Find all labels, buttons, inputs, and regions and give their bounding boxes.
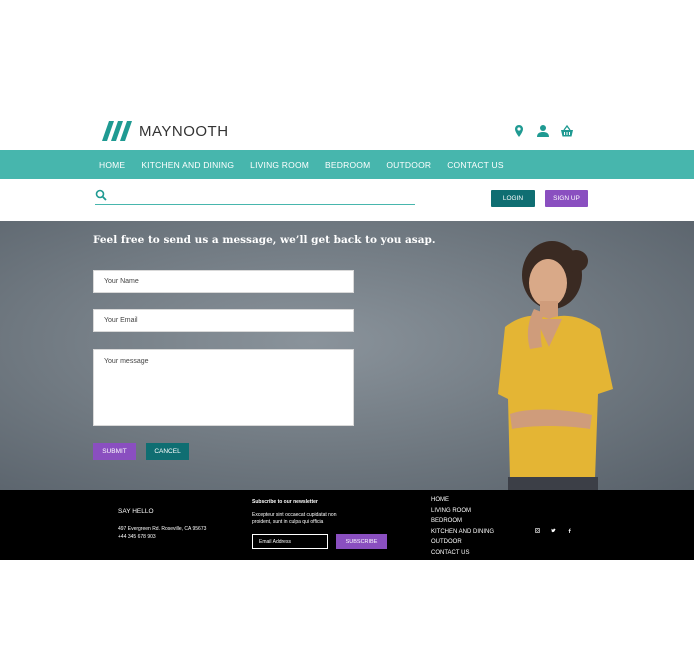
nav-item-home[interactable]: HOME (99, 160, 125, 170)
name-placeholder: Your Name (104, 278, 139, 285)
email-field[interactable]: Your Email (93, 309, 354, 332)
user-icon[interactable] (536, 124, 550, 138)
contact-heading: Feel free to send us a message, we’ll ge… (93, 234, 436, 246)
footer-link-kitchen-and-dining[interactable]: KITCHEN AND DINING (431, 527, 494, 538)
submit-button[interactable]: SUBMIT (93, 443, 136, 460)
message-placeholder: Your message (104, 358, 149, 365)
contact-hero: Feel free to send us a message, we’ll ge… (0, 221, 694, 490)
nav-item-contact-us[interactable]: CONTACT US (447, 160, 503, 170)
location-pin-icon[interactable] (512, 124, 526, 138)
header-icons (512, 124, 574, 138)
email-placeholder: Your Email (104, 317, 138, 324)
newsletter-text: Excepteur sint occaecat cupidatat non pr… (252, 512, 337, 525)
logo-mark-icon (102, 121, 132, 141)
newsletter-title: Subscribe to our newsletter (252, 499, 318, 505)
brand-name: MAYNOOTH (139, 122, 229, 140)
nav-item-outdoor[interactable]: OUTDOOR (386, 160, 431, 170)
nav-item-bedroom[interactable]: BEDROOM (325, 160, 370, 170)
search-bar (95, 186, 415, 205)
facebook-icon[interactable] (567, 520, 572, 533)
shopping-basket-icon[interactable] (560, 124, 574, 138)
newsletter-email-input[interactable]: Email Address (252, 534, 328, 549)
login-button[interactable]: LOGIN (491, 190, 535, 207)
cancel-button[interactable]: CANCEL (146, 443, 189, 460)
footer-address: 497 Evergreen Rd. Roseville, CA 95673 (118, 526, 207, 532)
footer-phone: +44 345 678 903 (118, 534, 156, 540)
footer-link-outdoor[interactable]: OUTDOOR (431, 537, 494, 548)
message-field[interactable]: Your message (93, 349, 354, 426)
instagram-icon[interactable] (535, 520, 541, 534)
name-field[interactable]: Your Name (93, 270, 354, 293)
social-links (535, 520, 572, 534)
twitter-icon[interactable] (551, 520, 556, 533)
newsletter-email-placeholder: Email Address (259, 538, 291, 545)
say-hello-heading: SAY HELLO (118, 508, 154, 515)
nav-item-kitchen-and-dining[interactable]: KITCHEN AND DINING (141, 160, 234, 170)
main-nav: HOME KITCHEN AND DINING LIVING ROOM BEDR… (0, 150, 694, 179)
footer-nav: HOME LIVING ROOM BEDROOM KITCHEN AND DIN… (431, 495, 494, 559)
brand-logo[interactable]: MAYNOOTH (100, 119, 229, 143)
site-footer: SAY HELLO 497 Evergreen Rd. Roseville, C… (0, 490, 694, 560)
woman-photo (498, 241, 613, 490)
footer-link-bedroom[interactable]: BEDROOM (431, 516, 494, 527)
nav-item-living-room[interactable]: LIVING ROOM (250, 160, 309, 170)
signup-button[interactable]: SIGN UP (545, 190, 588, 207)
search-input[interactable] (111, 186, 411, 204)
site-header: MAYNOOTH (0, 110, 694, 150)
footer-link-contact-us[interactable]: CONTACT US (431, 548, 494, 559)
footer-link-home[interactable]: HOME (431, 495, 494, 506)
search-icon[interactable] (95, 188, 107, 201)
footer-link-living-room[interactable]: LIVING ROOM (431, 506, 494, 517)
subscribe-button[interactable]: SUBSCRIBE (336, 534, 387, 549)
